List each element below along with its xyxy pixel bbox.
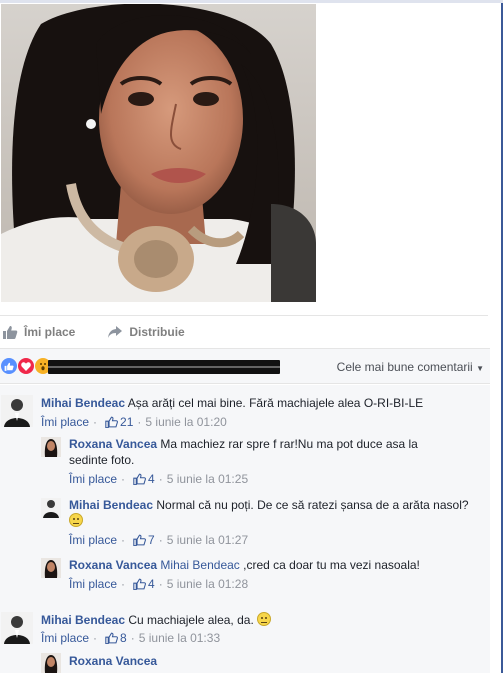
avatar[interactable] <box>41 653 61 673</box>
reactions-summary: Cele mai bune comentarii ▼ <box>0 348 490 384</box>
comments-list: Mihai Bendeac Așa arăți cel mai bine. Fă… <box>0 385 490 673</box>
share-action-label: Distribuie <box>129 324 185 339</box>
reply-1-body: Roxana Vancea Ma machiez rar spre f rar!… <box>69 436 429 468</box>
comment-author-link[interactable]: Roxana Vancea <box>69 437 157 451</box>
comment-mention-link[interactable]: Mihai Bendeac <box>160 558 239 572</box>
thumbs-up-icon <box>133 578 146 590</box>
comment-text: ,cred ca doar tu ma vezi nasoala! <box>239 558 420 572</box>
comments-sort-label: Cele mai bune comentarii <box>336 360 473 374</box>
comment-like-count[interactable]: 8 <box>105 631 127 645</box>
avatar[interactable] <box>1 612 33 644</box>
reply-3-meta: Îmi place · 4 · 5 iunie la 01:28 <box>69 577 249 591</box>
comment-author-link[interactable]: Roxana Vancea <box>69 558 157 572</box>
thumbs-up-icon <box>105 632 118 644</box>
reactors-names-redacted <box>48 360 280 374</box>
comment-text: Cu machiajele alea, da. <box>128 613 254 627</box>
comment-like-link[interactable]: Îmi place <box>69 577 117 591</box>
post-action-bar: Îmi place Distribuie <box>0 315 488 347</box>
post-frame: Îmi place Distribuie Cele mai bune comen… <box>0 0 503 673</box>
comment-1-body: Mihai Bendeac Așa arăți cel mai bine. Fă… <box>41 395 481 411</box>
comment-text: Normal că nu poți. De ce să ratezi șansa… <box>156 498 469 512</box>
comment-timestamp[interactable]: 5 iunie la 01:20 <box>145 415 226 429</box>
reply-1-meta: Îmi place · 4 · 5 iunie la 01:25 <box>69 472 249 486</box>
comment-timestamp[interactable]: 5 iunie la 01:27 <box>167 533 248 547</box>
comment-author-link[interactable]: Roxana Vancea <box>69 654 157 668</box>
comment-like-link[interactable]: Îmi place <box>41 631 89 645</box>
reply-4-body: Roxana Vancea <box>69 653 469 669</box>
comment-like-count[interactable]: 7 <box>133 533 155 547</box>
comment-2-body: Mihai Bendeac Cu machiajele alea, da. <box>41 612 481 628</box>
like-reaction-icon[interactable] <box>1 358 17 374</box>
like-action-button[interactable]: Îmi place <box>2 325 75 339</box>
comment-like-count[interactable]: 4 <box>133 577 155 591</box>
avatar[interactable] <box>1 395 33 427</box>
love-reaction-icon[interactable] <box>18 358 34 374</box>
thumbs-up-icon <box>105 416 118 428</box>
reply-2-meta: Îmi place · 7 · 5 iunie la 01:27 <box>69 533 249 547</box>
comment-timestamp[interactable]: 5 iunie la 01:28 <box>167 577 248 591</box>
comment-text: Așa arăți cel mai bine. Fără machiajele … <box>127 396 424 410</box>
comment-timestamp[interactable]: 5 iunie la 01:25 <box>167 472 248 486</box>
comment-like-link[interactable]: Îmi place <box>69 472 117 486</box>
smile-emoji-icon <box>69 513 83 527</box>
avatar[interactable] <box>41 498 61 518</box>
top-border <box>0 0 503 3</box>
avatar[interactable] <box>41 437 61 457</box>
comment-author-link[interactable]: Mihai Bendeac <box>41 613 125 627</box>
reply-3-body: Roxana Vancea Mihai Bendeac ,cred ca doa… <box>69 557 469 573</box>
smile-emoji-icon <box>257 612 272 626</box>
comments-sort-dropdown[interactable]: Cele mai bune comentarii ▼ <box>337 360 484 374</box>
comment-timestamp[interactable]: 5 iunie la 01:33 <box>139 631 220 645</box>
comment-author-link[interactable]: Mihai Bendeac <box>41 396 125 410</box>
like-action-label: Îmi place <box>24 324 76 339</box>
comment-like-link[interactable]: Îmi place <box>69 533 117 547</box>
comment-like-count[interactable]: 4 <box>133 472 155 486</box>
thumbs-up-icon <box>133 473 146 485</box>
comment-1-meta: Îmi place · 21 · 5 iunie la 01:20 <box>41 415 227 429</box>
share-arrow-icon <box>107 325 123 339</box>
thumbs-up-icon <box>133 534 146 546</box>
post-photo[interactable] <box>1 4 316 302</box>
comment-2-meta: Îmi place · 8 · 5 iunie la 01:33 <box>41 631 221 645</box>
chevron-down-icon: ▼ <box>476 364 484 373</box>
comment-like-count[interactable]: 21 <box>105 415 133 429</box>
share-action-button[interactable]: Distribuie <box>107 324 185 339</box>
reply-2-body: Mihai Bendeac Normal că nu poți. De ce s… <box>69 497 469 529</box>
comment-author-link[interactable]: Mihai Bendeac <box>69 498 153 512</box>
avatar[interactable] <box>41 558 61 578</box>
comment-like-link[interactable]: Îmi place <box>41 415 89 429</box>
thumbs-up-icon <box>2 325 18 339</box>
